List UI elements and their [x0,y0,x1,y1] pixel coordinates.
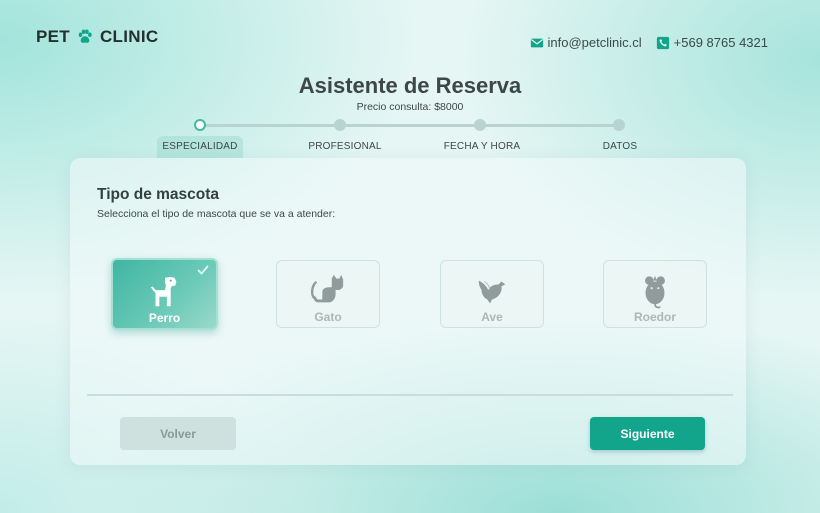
logo-text-clinic: CLINIC [99,27,159,46]
pet-label-ave: Ave [481,310,503,324]
back-button[interactable]: Volver [120,417,236,450]
envelope-icon [530,38,543,47]
pet-label-gato: Gato [314,310,342,324]
step-dot-datos[interactable] [613,119,625,131]
next-button[interactable]: Siguiente [590,417,705,450]
stepper-track [200,124,620,127]
step-label-profesional[interactable]: PROFESIONAL [308,141,381,152]
step-label-datos[interactable]: DATOS [603,141,638,152]
dog-icon [150,276,176,307]
pet-label-perro: Perro [148,311,181,325]
bird-icon [478,280,506,304]
page-title: Asistente de Reserva [298,73,522,98]
pet-label-roedor: Roedor [634,310,676,324]
phone-icon [656,36,669,49]
contact-info: info@petclinic.cl +569 8765 4321 [530,35,768,50]
step-label-especialidad[interactable]: ESPECIALIDAD [162,141,237,152]
paw-icon [78,29,92,43]
step-dot-fecha-hora[interactable] [474,119,486,131]
email-contact[interactable]: info@petclinic.cl [530,35,642,50]
cat-icon [310,274,344,303]
divider [87,394,733,396]
step-label-fecha-hora[interactable]: FECHA Y HORA [444,141,521,152]
step-dot-profesional[interactable] [334,119,346,131]
pet-option-perro[interactable]: Perro [111,258,218,330]
check-icon [197,265,209,275]
pet-option-gato[interactable]: Gato [276,260,380,328]
logo-text-pet: PET [36,27,70,46]
pet-option-roedor[interactable]: Roedor [603,260,707,328]
phone-text: +569 8765 4321 [673,35,768,50]
mouse-icon [645,275,665,309]
section-title: Tipo de mascota [97,186,220,203]
phone-contact[interactable]: +569 8765 4321 [656,35,768,50]
section-description: Selecciona el tipo de mascota que se va … [97,208,336,220]
price-subtitle: Precio consulta: $8000 [356,101,464,113]
pet-option-ave[interactable]: Ave [440,260,544,328]
step-dot-especialidad[interactable] [194,119,206,131]
email-text: info@petclinic.cl [547,35,642,50]
logo[interactable]: PET CLINIC [36,27,158,47]
